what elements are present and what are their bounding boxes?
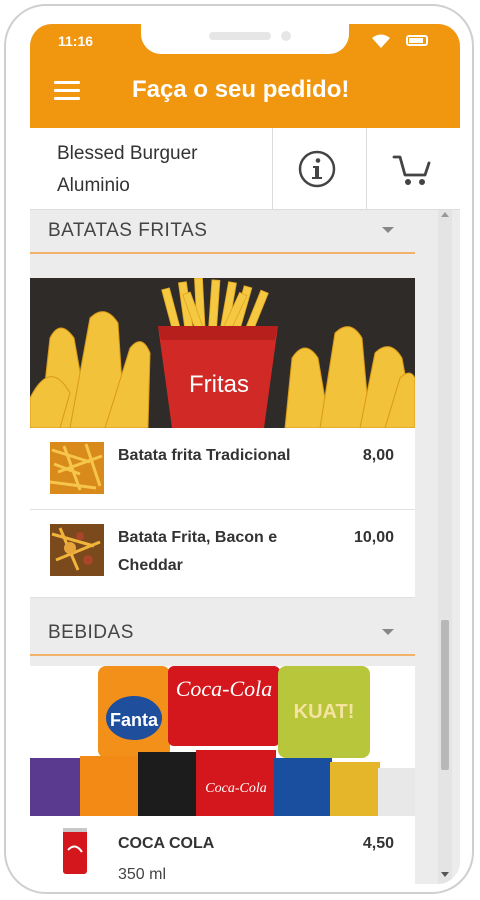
fries-banner-image: Fritas [30,278,415,428]
menu-content[interactable]: BATATAS FRITAS Fritas Batata frita Tradi… [30,210,435,884]
page-title: Faça o seu pedido! [132,76,350,103]
item-name: Batata frita Tradicional [118,447,291,464]
status-time: 11:16 [58,33,94,49]
fries-cup-label: Fritas [189,371,249,398]
section-header-bebidas[interactable]: BEBIDAS [30,608,415,656]
scrollbar-thumb[interactable] [441,620,449,770]
phone-notch [141,24,349,54]
app-bar: 11:16 Faça o seu pedido! [30,24,460,128]
battery-icon [406,35,428,46]
item-price: 4,50 [362,835,394,852]
section-title: BEBIDAS [48,622,134,643]
scroll-up-arrow-icon[interactable] [441,212,449,217]
menu-item-coca-cola[interactable]: COCA COLA 4,50 350 ml [30,816,415,884]
item-thumbnail [60,826,90,876]
drinks-banner-image: Fanta Coca-Cola KUAT! Coca-Cola [30,666,415,816]
cart-icon[interactable] [392,152,432,188]
phone-frame: 11:16 Faça o seu pedido! Blessed Burguer… [4,4,474,894]
scroll-down-arrow-icon[interactable] [441,872,449,877]
info-icon[interactable] [298,150,336,188]
menu-item-batata-tradicional[interactable]: Batata frita Tradicional 8,00 [30,428,415,510]
drink-label: Coca-Cola [205,781,266,796]
drink-label: Fanta [110,710,159,730]
item-name: COCA COLA [118,835,215,852]
section-header-batatas-fritas[interactable]: BATATAS FRITAS [30,210,415,254]
hamburger-menu-icon[interactable] [54,81,80,101]
item-description: 350 ml [118,866,167,883]
front-camera [281,31,291,41]
drink-label: Coca-Cola [176,676,273,701]
drinks-illustration: Fanta Coca-Cola KUAT! Coca-Cola [30,666,415,816]
chevron-down-icon [382,227,394,233]
store-name: Blessed Burguer Aluminio [57,143,198,196]
item-price: 10,00 [353,529,394,546]
app-screen: 11:16 Faça o seu pedido! Blessed Burguer… [30,24,460,884]
fries-illustration: Fritas [30,278,415,428]
divider [366,128,367,210]
chevron-down-icon [382,629,394,635]
item-name: Batata Frita, Bacon e Cheddar [118,529,278,574]
drink-label: KUAT! [294,701,355,723]
menu-item-batata-bacon-cheddar[interactable]: Batata Frita, Bacon e Cheddar 10,00 [30,510,415,598]
item-thumbnail [50,442,104,494]
item-price: 8,00 [362,447,394,464]
item-thumbnail [50,524,104,576]
scrollbar[interactable] [438,210,452,884]
wifi-icon [372,34,390,48]
divider [272,128,273,210]
speaker-grille [209,32,271,40]
section-title: BATATAS FRITAS [48,220,208,241]
store-header: Blessed Burguer Aluminio [30,128,460,210]
